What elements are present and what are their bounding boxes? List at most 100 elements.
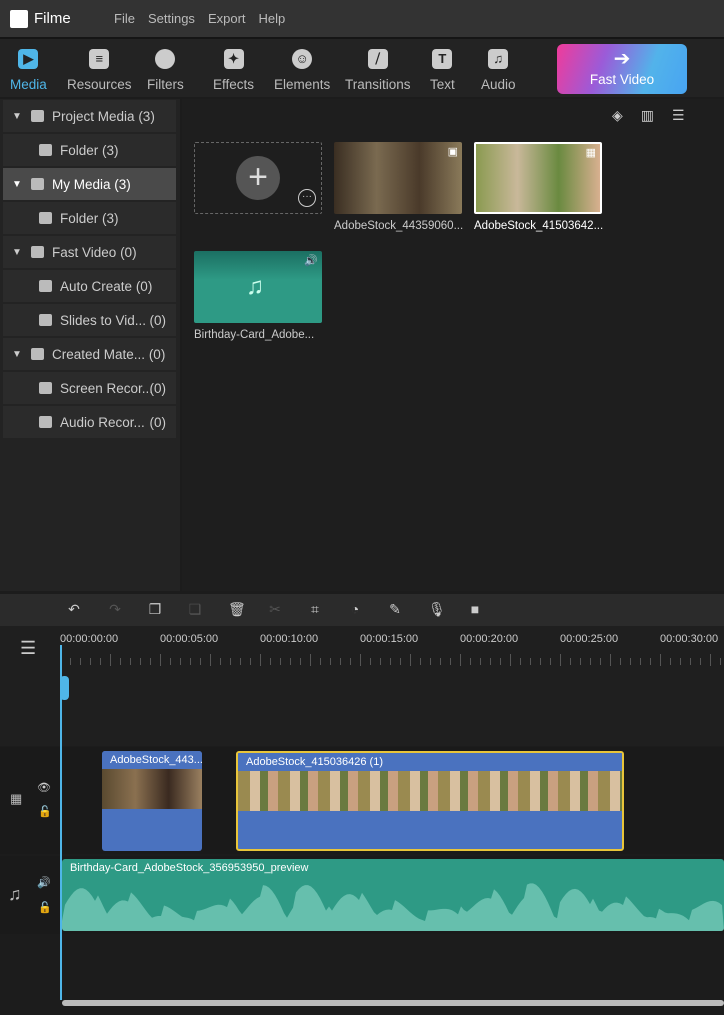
volume-icon[interactable]: 🔊 (37, 876, 51, 889)
tick-mark (240, 658, 241, 665)
sidebar-item[interactable]: Folder (3) (3, 202, 176, 234)
sidebar-item-count: (0) (120, 244, 137, 260)
tab-media[interactable]: ▶ Media (10, 45, 47, 92)
video-clip-1[interactable]: AdobeStock_443... (102, 751, 202, 851)
tick-mark (390, 658, 391, 665)
tick-mark (200, 658, 201, 665)
time-tick-label: 00:00:25:00 (560, 633, 619, 645)
sidebar-item-label: Slides to Vid... (60, 312, 147, 328)
crop-icon[interactable]: ⌗ (308, 602, 322, 616)
timeline-toolbar: ↶ ↷ ❐ ❏ 🗑 ✂ ⌗ ◔ ✎ 🎙 ■ (0, 594, 724, 626)
sidebar-item-label: My Media (52, 176, 111, 192)
tick-mark (450, 658, 451, 665)
tab-elements[interactable]: ☺ Elements (274, 45, 330, 92)
collapse-triangle-icon[interactable]: ▼ (7, 111, 27, 122)
collapse-triangle-icon[interactable]: ▼ (7, 247, 27, 258)
layers-icon[interactable]: ◈ (612, 107, 623, 124)
sidebar-item-label: Folder (60, 210, 99, 226)
media-icon: ▶ (18, 49, 39, 69)
menu-icon[interactable]: ☰ (20, 638, 36, 659)
sidebar-item[interactable]: Auto Create (0) (3, 270, 176, 302)
media-thumb-2[interactable]: ▦ (474, 142, 602, 214)
tick-mark (680, 658, 681, 665)
tab-resources[interactable]: ≡ Resources (67, 45, 132, 92)
tick-mark (180, 658, 181, 665)
speed-icon[interactable]: ◔ (348, 602, 362, 616)
redo-icon[interactable]: ↷ (108, 602, 122, 616)
tab-audio[interactable]: ♫ Audio (481, 45, 516, 92)
video-track: ▦ 👁 🔓 AdobeStock_443... AdobeStock_41503… (0, 747, 724, 854)
tick-mark (580, 658, 581, 665)
tab-label: Effects (213, 77, 255, 92)
category-icon (31, 178, 44, 190)
audio-clip[interactable]: Birthday-Card_AdobeStock_356953950_previ… (62, 859, 724, 931)
import-media-button[interactable]: + ··· (194, 142, 322, 214)
more-icon[interactable]: ··· (298, 189, 316, 207)
sidebar-item[interactable]: Slides to Vid... (0) (3, 304, 176, 336)
sidebar-item-label: Screen Recor... (60, 380, 154, 396)
tick-mark (100, 658, 101, 665)
collapse-triangle-icon[interactable]: ▼ (7, 179, 27, 190)
folder-icon (39, 280, 52, 292)
tab-filters[interactable]: Filters (147, 45, 184, 92)
collapse-triangle-icon[interactable]: ▼ (7, 349, 27, 360)
fast-video-button[interactable]: ➔ Fast Video (557, 44, 687, 94)
timeline-scrollbar[interactable] (62, 1000, 724, 1006)
copy-icon[interactable]: ❐ (148, 602, 162, 616)
lock-icon[interactable]: 🔓 (38, 805, 52, 818)
empty-track (0, 666, 724, 746)
film-icon (10, 9, 28, 28)
film-track-icon: ▦ (10, 791, 23, 806)
microphone-icon[interactable]: 🎙 (428, 602, 446, 616)
time-tick-label: 00:00:05:00 (160, 633, 219, 645)
undo-icon[interactable]: ↶ (67, 602, 81, 616)
eye-icon[interactable]: 👁 (37, 781, 51, 794)
tick-mark (560, 654, 561, 666)
tick-mark (70, 658, 71, 665)
sidebar-item[interactable]: ▼ Fast Video (0) (3, 236, 176, 268)
layout-icon[interactable]: ▥ (641, 107, 654, 124)
title-bar: Filme File Settings Export Help (0, 0, 724, 37)
playhead-handle[interactable] (60, 676, 69, 700)
media-thumb-1[interactable]: ▣ (334, 142, 462, 214)
video-clip-2[interactable]: AdobeStock_415036426 (1) (236, 751, 624, 851)
tick-mark (170, 658, 171, 665)
sidebar-item-count: (3) (102, 142, 119, 158)
folder-icon (39, 144, 52, 156)
sidebar-item-label: Audio Recor... (60, 414, 145, 430)
menu-file[interactable]: File (114, 11, 135, 26)
tab-label: Transitions (345, 77, 411, 92)
tab-transitions[interactable]: ⧸ Transitions (345, 45, 411, 92)
tab-label: Filters (147, 77, 184, 92)
lock-icon[interactable]: 🔓 (38, 901, 52, 914)
tick-mark (110, 654, 111, 666)
menu-settings[interactable]: Settings (148, 11, 195, 26)
effects-icon: ✦ (223, 49, 244, 69)
delete-icon[interactable]: 🗑 (228, 602, 246, 616)
sidebar-item[interactable]: ▼ My Media (3) (3, 168, 176, 200)
tab-text[interactable]: T Text (430, 45, 455, 92)
edit-icon[interactable]: ✎ (388, 602, 402, 616)
paste-icon[interactable]: ❏ (188, 602, 202, 616)
sidebar-item[interactable]: Screen Recor... (0) (3, 372, 176, 404)
menu-help[interactable]: Help (259, 11, 286, 26)
tick-mark (380, 658, 381, 665)
tab-label: Audio (481, 77, 516, 92)
media-thumb-3[interactable]: 🔊 ♫ (194, 251, 322, 323)
sidebar-item[interactable]: ▼ Project Media (3) (3, 100, 176, 132)
sidebar-item-label: Project Media (52, 108, 135, 124)
tab-label: Elements (274, 77, 331, 92)
sort-icon[interactable]: ☰ (672, 107, 685, 124)
menu-export[interactable]: Export (208, 11, 246, 26)
split-icon[interactable]: ✂ (268, 602, 282, 616)
tick-mark (400, 658, 401, 665)
filters-icon (155, 49, 176, 69)
tick-mark (570, 658, 571, 665)
camera-icon[interactable]: ■ (468, 602, 482, 616)
sidebar-item-count: (3) (102, 210, 119, 226)
tab-effects[interactable]: ✦ Effects (213, 45, 254, 92)
sidebar-item[interactable]: Folder (3) (3, 134, 176, 166)
sidebar-item[interactable]: ▼ Created Mate... (0) (3, 338, 176, 370)
timeline-ruler[interactable]: ☰ 00:00:00:00 00:00:05:00 00:00:10:00 00:00… (0, 626, 724, 666)
sidebar-item[interactable]: Audio Recor... (0) (3, 406, 176, 438)
